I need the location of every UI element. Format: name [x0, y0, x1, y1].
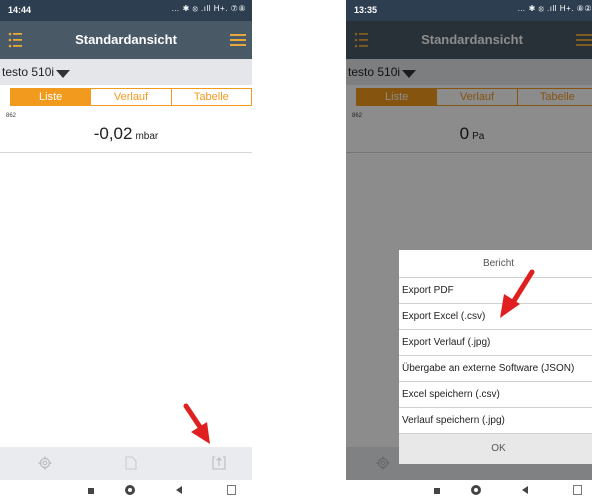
status-bar: 13:35 … ✱ ⦻ .ıll H+. ⑧② — [346, 0, 592, 21]
content-area: 862 -0,02 mbar — [0, 110, 252, 447]
measurement-id: 862 — [6, 113, 17, 119]
device-selector[interactable]: testo 510i — [0, 59, 252, 85]
measurement-row[interactable]: 862 -0,02 mbar — [0, 110, 252, 153]
nav-home-icon[interactable] — [125, 485, 135, 495]
measurement-unit: mbar — [135, 131, 159, 142]
red-arrow-icon — [500, 269, 535, 318]
red-arrow-icon — [183, 403, 210, 444]
tab-verlauf[interactable]: Verlauf — [91, 89, 172, 105]
export-history-option[interactable]: Export Verlauf (.jpg) — [399, 330, 592, 356]
device-name: testo 510i — [2, 65, 55, 79]
measurement-value-display: -0,02 mbar — [0, 124, 252, 144]
android-nav-bar — [0, 480, 252, 499]
nav-back-icon[interactable] — [522, 486, 528, 494]
nav-home-icon[interactable] — [471, 485, 481, 495]
settings-gear-icon[interactable] — [38, 456, 52, 470]
save-history-option[interactable]: Verlauf speichern (.jpg) — [399, 408, 592, 434]
view-tabs: Liste Verlauf Tabelle — [10, 88, 252, 106]
save-excel-option[interactable]: Excel speichern (.csv) — [399, 382, 592, 408]
nav-square-icon[interactable] — [434, 488, 440, 494]
measurement-value: -0,02 — [93, 124, 133, 143]
android-nav-bar — [346, 480, 592, 499]
hamburger-icon[interactable] — [230, 34, 246, 46]
nav-other-icon[interactable] — [573, 485, 582, 495]
tab-liste[interactable]: Liste — [11, 89, 92, 105]
nav-back-icon[interactable] — [176, 486, 182, 494]
ok-button[interactable]: OK — [399, 434, 592, 464]
nav-square-icon[interactable] — [88, 488, 94, 494]
transfer-json-option[interactable]: Übergabe an externe Software (JSON) — [399, 356, 592, 382]
tab-tabelle[interactable]: Tabelle — [171, 89, 251, 105]
dropdown-triangle-icon[interactable] — [56, 70, 70, 78]
phone-screen-1: 14:44 … ✱ ⦻ .ıll H+. ⑦⑧ Standardansicht … — [0, 0, 252, 499]
document-icon[interactable] — [125, 456, 137, 470]
status-icons: … ✱ ⦻ .ıll H+. ⑦⑧ — [171, 4, 246, 13]
page-title: Standardansicht — [75, 32, 177, 47]
status-icons: … ✱ ⦻ .ıll H+. ⑧② — [517, 4, 592, 13]
nav-other-icon[interactable] — [227, 485, 236, 495]
status-bar: 14:44 … ✱ ⦻ .ıll H+. ⑦⑧ — [0, 0, 252, 21]
bottom-toolbar — [0, 447, 252, 480]
app-bar: Standardansicht — [0, 21, 252, 59]
export-icon[interactable] — [212, 456, 226, 470]
status-time: 14:44 — [8, 5, 32, 15]
phone-screen-2: 13:35 … ✱ ⦻ .ıll H+. ⑧② Standardansicht … — [346, 0, 592, 499]
status-time: 13:35 — [354, 5, 378, 15]
